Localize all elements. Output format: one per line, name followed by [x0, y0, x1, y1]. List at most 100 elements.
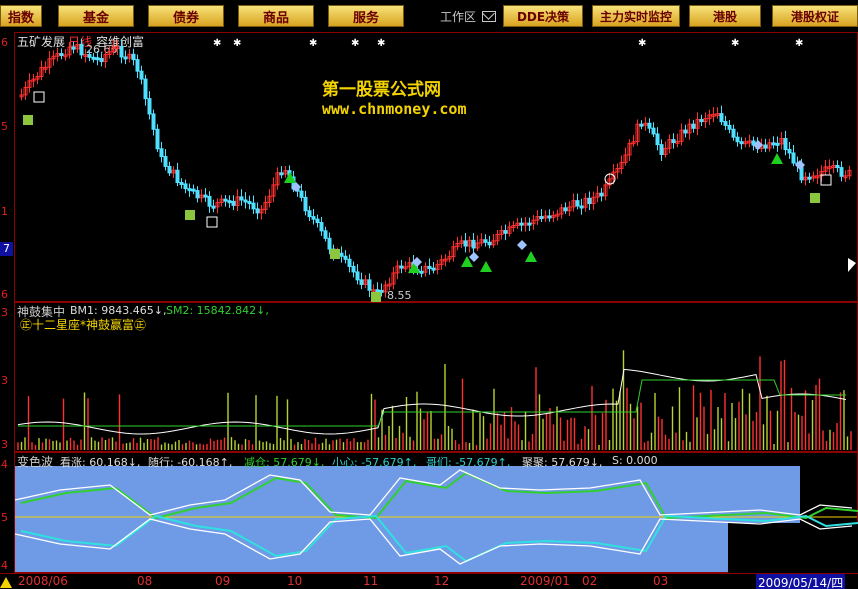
price-candle	[183, 183, 188, 190]
price-candle	[155, 128, 160, 150]
price-candle	[775, 142, 780, 146]
price-candle	[95, 57, 100, 61]
price-candle	[231, 200, 236, 206]
date-label: 09	[215, 574, 231, 588]
white-square-icon	[820, 174, 832, 186]
date-label: 11	[363, 574, 379, 588]
price-candle	[207, 195, 212, 207]
price-candle	[159, 148, 164, 158]
price-candle	[431, 267, 436, 271]
price-candle	[175, 169, 180, 184]
date-label: 12	[434, 574, 450, 588]
price-candle	[151, 113, 156, 130]
price-candle	[191, 188, 196, 192]
price-candle	[91, 56, 96, 60]
price-candle	[99, 58, 104, 63]
price-candle	[119, 46, 124, 58]
price-candle	[783, 138, 788, 151]
price-candle	[471, 239, 476, 249]
chart-canvas: ✱ ✱ ✱ ✱ ✱ ✱ ✱ ✱	[14, 36, 858, 565]
price-candle	[79, 43, 84, 56]
green-square-icon	[185, 210, 195, 220]
price-candle	[247, 201, 252, 205]
price-candle	[639, 123, 644, 127]
price-candle	[339, 252, 344, 257]
price-candle	[59, 53, 64, 57]
wave-white-line	[14, 469, 853, 516]
white-square-icon	[33, 91, 45, 103]
price-candle	[483, 239, 488, 243]
price-candle	[303, 196, 308, 212]
price-candle	[651, 127, 656, 135]
price-candle	[243, 199, 248, 203]
price-candle	[719, 113, 724, 123]
price-candle	[307, 210, 312, 218]
price-candle	[223, 198, 228, 202]
mouse-cursor-icon	[848, 258, 856, 272]
price-candle	[735, 136, 740, 143]
scroll-left-icon[interactable]	[0, 577, 12, 588]
date-label: 10	[287, 574, 303, 588]
price-candle	[787, 149, 792, 154]
price-candle	[147, 98, 152, 115]
price-candle	[399, 265, 404, 269]
price-candle	[71, 46, 76, 50]
date-label: 2008/06	[18, 574, 68, 588]
date-label: 02	[582, 574, 598, 588]
price-candle	[579, 205, 584, 209]
price-candle	[279, 172, 284, 176]
price-candle	[347, 258, 352, 267]
price-candle	[763, 144, 768, 149]
price-candle	[251, 202, 256, 210]
price-candle	[575, 200, 580, 207]
price-candle	[791, 152, 796, 164]
white-square-icon	[206, 216, 218, 228]
price-candle	[691, 123, 696, 129]
date-label: 2009/01	[520, 574, 570, 588]
price-candle	[599, 192, 604, 197]
price-candle	[299, 190, 304, 198]
price-candle	[419, 270, 424, 274]
price-candle	[727, 124, 732, 130]
price-candle	[87, 53, 92, 58]
price-candle	[131, 53, 136, 61]
price-candle	[367, 279, 372, 291]
price-candle	[319, 222, 324, 232]
price-candle	[211, 205, 216, 209]
stock-chart-window: 指数 基金 债券 商品 服务 工作区 DDE决策 主力实时监控 港股 港股权证 …	[0, 0, 858, 589]
price-candle	[179, 182, 184, 186]
green-triangle-icon	[480, 261, 492, 272]
price-candle	[771, 142, 776, 146]
wave-white-lower-line	[14, 518, 853, 565]
price-candle	[671, 139, 676, 144]
diamond-icon	[517, 240, 527, 250]
price-candle	[315, 218, 320, 224]
price-candle	[503, 230, 508, 234]
price-candle	[355, 271, 360, 281]
green-triangle-icon	[771, 153, 783, 164]
price-candle	[123, 56, 128, 60]
price-candle	[723, 121, 728, 126]
price-candle	[195, 190, 200, 199]
price-candle	[311, 216, 316, 220]
star-icon: ✱	[233, 38, 241, 49]
price-candle	[487, 241, 492, 246]
price-candle	[519, 222, 524, 226]
price-candle	[135, 59, 140, 72]
price-candle	[343, 255, 348, 260]
green-triangle-icon	[525, 251, 537, 262]
price-candle	[659, 144, 664, 155]
price-candle	[731, 128, 736, 138]
price-candle	[527, 222, 532, 226]
green-square-icon	[371, 292, 381, 302]
price-candle	[463, 240, 468, 247]
price-candle	[359, 279, 364, 285]
price-candle	[323, 230, 328, 239]
price-candle	[839, 167, 844, 177]
price-candle	[139, 70, 144, 80]
price-candle	[563, 207, 568, 212]
star-icon: ✱	[638, 38, 646, 49]
price-candle	[187, 188, 192, 192]
price-candle	[255, 208, 260, 214]
price-candle	[239, 196, 244, 201]
